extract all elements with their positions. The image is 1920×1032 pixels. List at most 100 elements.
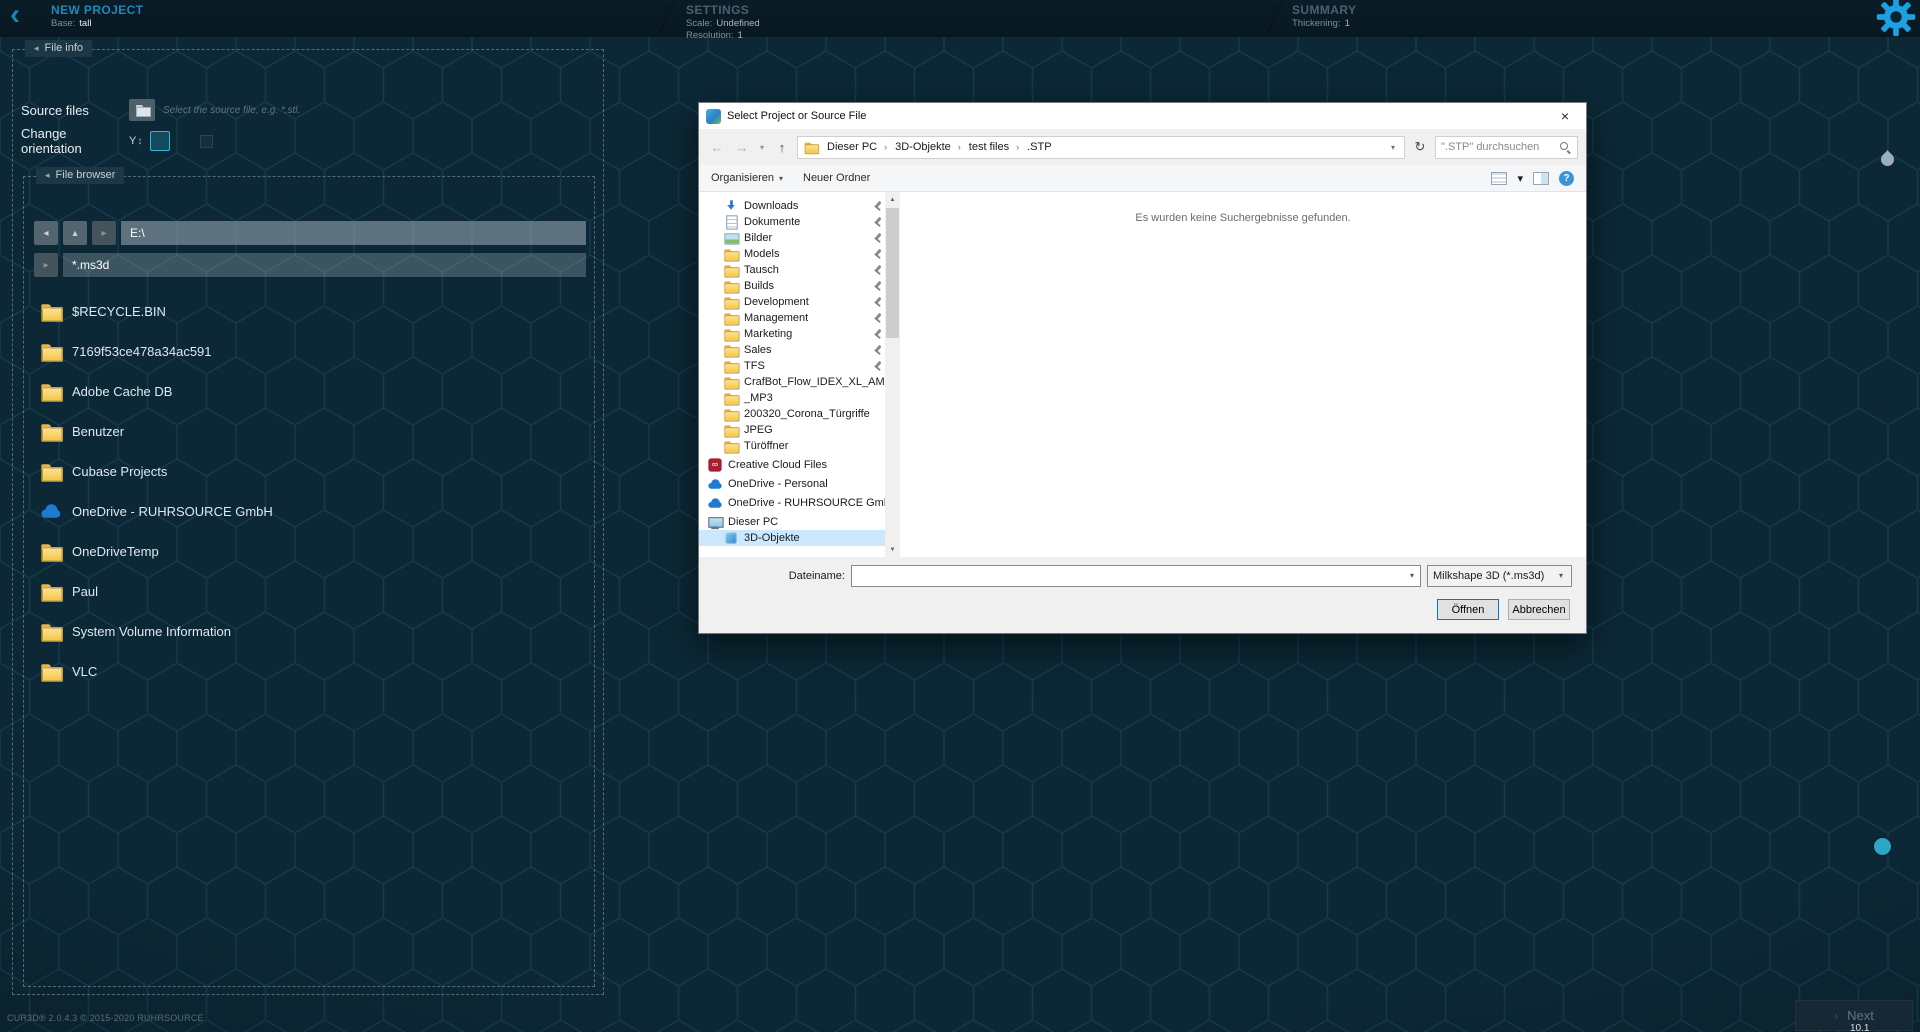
search-input[interactable] — [1441, 141, 1556, 153]
tree-item[interactable]: Marketing — [699, 326, 885, 342]
address-dropdown-icon[interactable]: ▾ — [1387, 143, 1399, 152]
orientation-extra-icon[interactable] — [200, 135, 213, 148]
step-new-project-title: NEW PROJECT — [51, 3, 143, 17]
slider-handle[interactable] — [1874, 838, 1891, 855]
history-back-icon[interactable]: ← — [707, 140, 727, 155]
help-icon[interactable]: ? — [1559, 171, 1574, 186]
tree-item[interactable]: Creative Cloud Files — [699, 457, 885, 473]
tree-item[interactable]: Tausch — [699, 262, 885, 278]
step-summary[interactable]: SUMMARY Thickening:1 — [1292, 3, 1356, 29]
file-row[interactable]: 7169f53ce478a34ac591 — [34, 331, 586, 371]
tree-item[interactable]: Development — [699, 294, 885, 310]
file-row[interactable]: $RECYCLE.BIN — [34, 291, 586, 331]
new-folder-button[interactable]: Neuer Ordner — [803, 172, 870, 184]
filter-field[interactable]: *.ms3d — [63, 253, 586, 277]
step-settings[interactable]: SETTINGS Scale:Undefined Resolution:1 — [686, 3, 760, 41]
file-row[interactable]: VLC — [34, 651, 586, 691]
tree-item[interactable]: Türöffner — [699, 438, 885, 454]
orientation-toggle-button[interactable] — [150, 131, 170, 151]
breadcrumb-label: test files — [969, 141, 1009, 153]
tree-item[interactable]: 200320_Corona_Türgriffe — [699, 406, 885, 422]
file-name: Benutzer — [72, 424, 124, 439]
file-info-legend[interactable]: ◂ File info — [25, 40, 92, 57]
file-row[interactable]: Cubase Projects — [34, 451, 586, 491]
tree-item[interactable]: Builds — [699, 278, 885, 294]
pin-icon — [874, 313, 883, 323]
folder-icon — [723, 358, 738, 373]
tree-item[interactable]: Dokumente — [699, 214, 885, 230]
tree-item-label: 200320_Corona_Türgriffe — [744, 408, 870, 420]
browser-nav-row: ◂ ▴ ▸ E:\ — [34, 221, 586, 245]
tree-item[interactable]: Management — [699, 310, 885, 326]
refresh-icon[interactable]: ↻ — [1410, 139, 1430, 155]
pin-icon — [874, 329, 883, 339]
breadcrumb-item[interactable]: Dieser PC › — [823, 141, 891, 153]
chevron-right-icon: › — [958, 142, 961, 152]
cloud-icon — [707, 476, 722, 491]
file-row[interactable]: Benutzer — [34, 411, 586, 451]
change-view-icon[interactable] — [1491, 172, 1507, 185]
nav-forward-button[interactable]: ▸ — [92, 221, 116, 245]
nav-up-button[interactable]: ▴ — [63, 221, 87, 245]
topbar-divider — [652, 0, 680, 37]
tree-item[interactable]: Bilder — [699, 230, 885, 246]
nav-back-button[interactable]: ◂ — [34, 221, 58, 245]
file-name: OneDrive - RUHRSOURCE GmbH — [72, 504, 273, 519]
tree-item[interactable]: _MP3 — [699, 390, 885, 406]
filename-input[interactable] — [855, 570, 1407, 582]
dialog-titlebar[interactable]: Select Project or Source File × — [699, 103, 1586, 129]
pc-icon — [707, 514, 722, 529]
scrollbar-thumb[interactable] — [886, 208, 899, 338]
breadcrumb-item[interactable]: test files › — [965, 141, 1023, 153]
history-dropdown-icon[interactable]: ▾ — [757, 143, 767, 152]
tree-item[interactable]: Sales — [699, 342, 885, 358]
browser-filter-row: ▸ *.ms3d — [34, 253, 586, 277]
tree-item[interactable]: Models — [699, 246, 885, 262]
breadcrumb-item[interactable]: .STP › — [1023, 141, 1055, 153]
file-row[interactable]: Adobe Cache DB — [34, 371, 586, 411]
dialog-file-area[interactable]: Es wurden keine Suchergebnisse gefunden. — [900, 192, 1586, 557]
tree-item[interactable]: Dieser PC — [699, 514, 885, 530]
file-row[interactable]: System Volume Information — [34, 611, 586, 651]
pin-icon — [874, 265, 883, 275]
chevron-down-icon[interactable]: ▾ — [1407, 571, 1417, 580]
open-button[interactable]: Öffnen — [1437, 599, 1499, 620]
breadcrumb-item[interactable]: 3D-Objekte › — [891, 141, 965, 153]
settings-gear-icon[interactable] — [1876, 0, 1916, 37]
filename-combo[interactable]: ▾ — [851, 565, 1421, 587]
folder-icon — [40, 300, 62, 322]
tree-item[interactable]: 3D-Objekte — [699, 530, 885, 546]
close-icon[interactable]: × — [1544, 103, 1586, 129]
step-new-project[interactable]: NEW PROJECT Base:tall — [51, 3, 143, 29]
preview-pane-icon[interactable] — [1533, 172, 1549, 185]
tree-item-label: OneDrive - Personal — [728, 478, 828, 490]
file-row[interactable]: OneDriveTemp — [34, 531, 586, 571]
cancel-button[interactable]: Abbrechen — [1508, 599, 1570, 620]
tree-item[interactable]: Downloads — [699, 198, 885, 214]
tree-scrollbar[interactable]: ▲ ▼ — [885, 192, 900, 557]
file-browser-legend[interactable]: ◂ File browser — [36, 167, 124, 184]
tree-item[interactable]: JPEG — [699, 422, 885, 438]
axis-y-flip-icon[interactable]: Y ↕ — [129, 135, 142, 147]
browse-source-button[interactable] — [129, 99, 155, 121]
breadcrumb[interactable]: Dieser PC › 3D-Objekte › test files › .S… — [797, 136, 1405, 159]
history-forward-icon[interactable]: → — [732, 140, 752, 155]
up-folder-icon[interactable]: ↑ — [772, 140, 792, 155]
filter-expand-button[interactable]: ▸ — [34, 253, 58, 277]
tree-item[interactable]: OneDrive - RUHRSOURCE GmbH — [699, 495, 885, 511]
search-box[interactable] — [1435, 136, 1578, 159]
scroll-down-icon[interactable]: ▼ — [885, 542, 900, 557]
filetype-select[interactable]: Milkshape 3D (*.ms3d) ▾ — [1427, 565, 1572, 587]
step-settings-title: SETTINGS — [686, 3, 760, 17]
file-row[interactable]: Paul — [34, 571, 586, 611]
path-field[interactable]: E:\ — [121, 221, 586, 245]
chevron-down-icon[interactable]: ▾ — [1517, 172, 1523, 185]
scroll-up-icon[interactable]: ▲ — [885, 192, 900, 207]
organize-menu[interactable]: Organisieren ▾ — [711, 172, 783, 184]
source-files-row: Source files Select the source file, e.g… — [21, 98, 300, 122]
tree-item[interactable]: CrafBot_Flow_IDEX_XL_AME — [699, 374, 885, 390]
tree-item[interactable]: OneDrive - Personal — [699, 476, 885, 492]
back-chevron-icon[interactable]: ‹ — [10, 0, 20, 33]
tree-item[interactable]: TFS — [699, 358, 885, 374]
file-row[interactable]: OneDrive - RUHRSOURCE GmbH — [34, 491, 586, 531]
